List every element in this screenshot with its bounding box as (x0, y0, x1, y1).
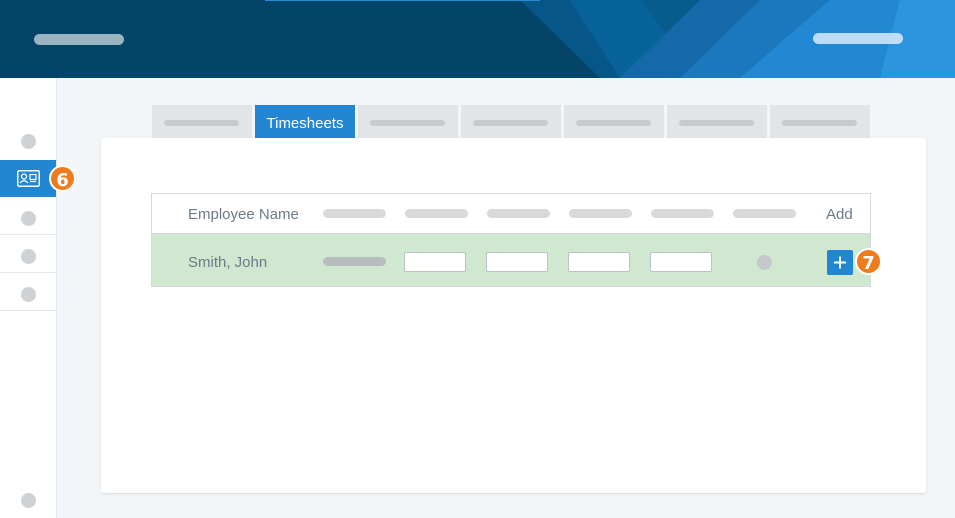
sidebar-bottom-icon[interactable] (21, 493, 36, 508)
sidebar-item-4-icon (21, 249, 36, 264)
tab-3[interactable] (358, 105, 458, 138)
row-input-1[interactable] (404, 252, 466, 272)
sidebar-item-1-icon[interactable] (21, 134, 36, 149)
tab-6[interactable] (667, 105, 767, 138)
tab-7[interactable] (770, 105, 870, 138)
sidebar-item-5-icon (21, 287, 36, 302)
column-header-placeholder-3 (487, 209, 550, 218)
tab-3-label-placeholder (370, 120, 445, 126)
sidebar-item-5[interactable] (0, 273, 56, 311)
column-header-employee-name: Employee Name (188, 206, 299, 223)
tab-4[interactable] (461, 105, 561, 138)
table-header: Employee Name Add (152, 194, 870, 234)
row-status-dot (757, 255, 772, 270)
callout-badge-6: 6 (49, 165, 76, 192)
tab-timesheets[interactable]: Timesheets (255, 105, 355, 138)
sidebar (0, 78, 57, 518)
tab-6-label-placeholder (679, 120, 754, 126)
row-input-3[interactable] (568, 252, 630, 272)
plus-icon (834, 256, 846, 269)
row-value-placeholder (323, 257, 386, 266)
sidebar-item-3[interactable] (0, 197, 56, 235)
row-input-2[interactable] (486, 252, 548, 272)
callout-badge-7: 7 (855, 248, 882, 275)
timesheet-table: Employee Name Add Smith, John (151, 193, 871, 287)
tab-1-label-placeholder (164, 120, 239, 126)
column-header-placeholder-2 (405, 209, 468, 218)
app-header (0, 0, 955, 78)
sidebar-item-4[interactable] (0, 235, 56, 273)
column-header-placeholder-1 (323, 209, 386, 218)
sidebar-item-3-icon (21, 211, 36, 226)
tab-1[interactable] (152, 105, 252, 138)
column-header-placeholder-6 (733, 209, 796, 218)
header-title-placeholder (34, 34, 124, 45)
tab-5[interactable] (564, 105, 664, 138)
column-header-placeholder-5 (651, 209, 714, 218)
column-header-placeholder-4 (569, 209, 632, 218)
sidebar-item-employees[interactable] (0, 160, 56, 197)
header-background (265, 0, 955, 78)
add-button[interactable] (827, 250, 853, 275)
row-input-4[interactable] (650, 252, 712, 272)
tab-4-label-placeholder (473, 120, 548, 126)
content-panel (101, 138, 926, 493)
column-header-add: Add (826, 206, 853, 223)
table-row: Smith, John (152, 234, 870, 286)
tab-5-label-placeholder (576, 120, 651, 126)
row-employee-name: Smith, John (188, 254, 268, 271)
employee-card-icon (17, 170, 40, 187)
tab-7-label-placeholder (782, 120, 857, 126)
header-user-placeholder[interactable] (813, 33, 903, 44)
